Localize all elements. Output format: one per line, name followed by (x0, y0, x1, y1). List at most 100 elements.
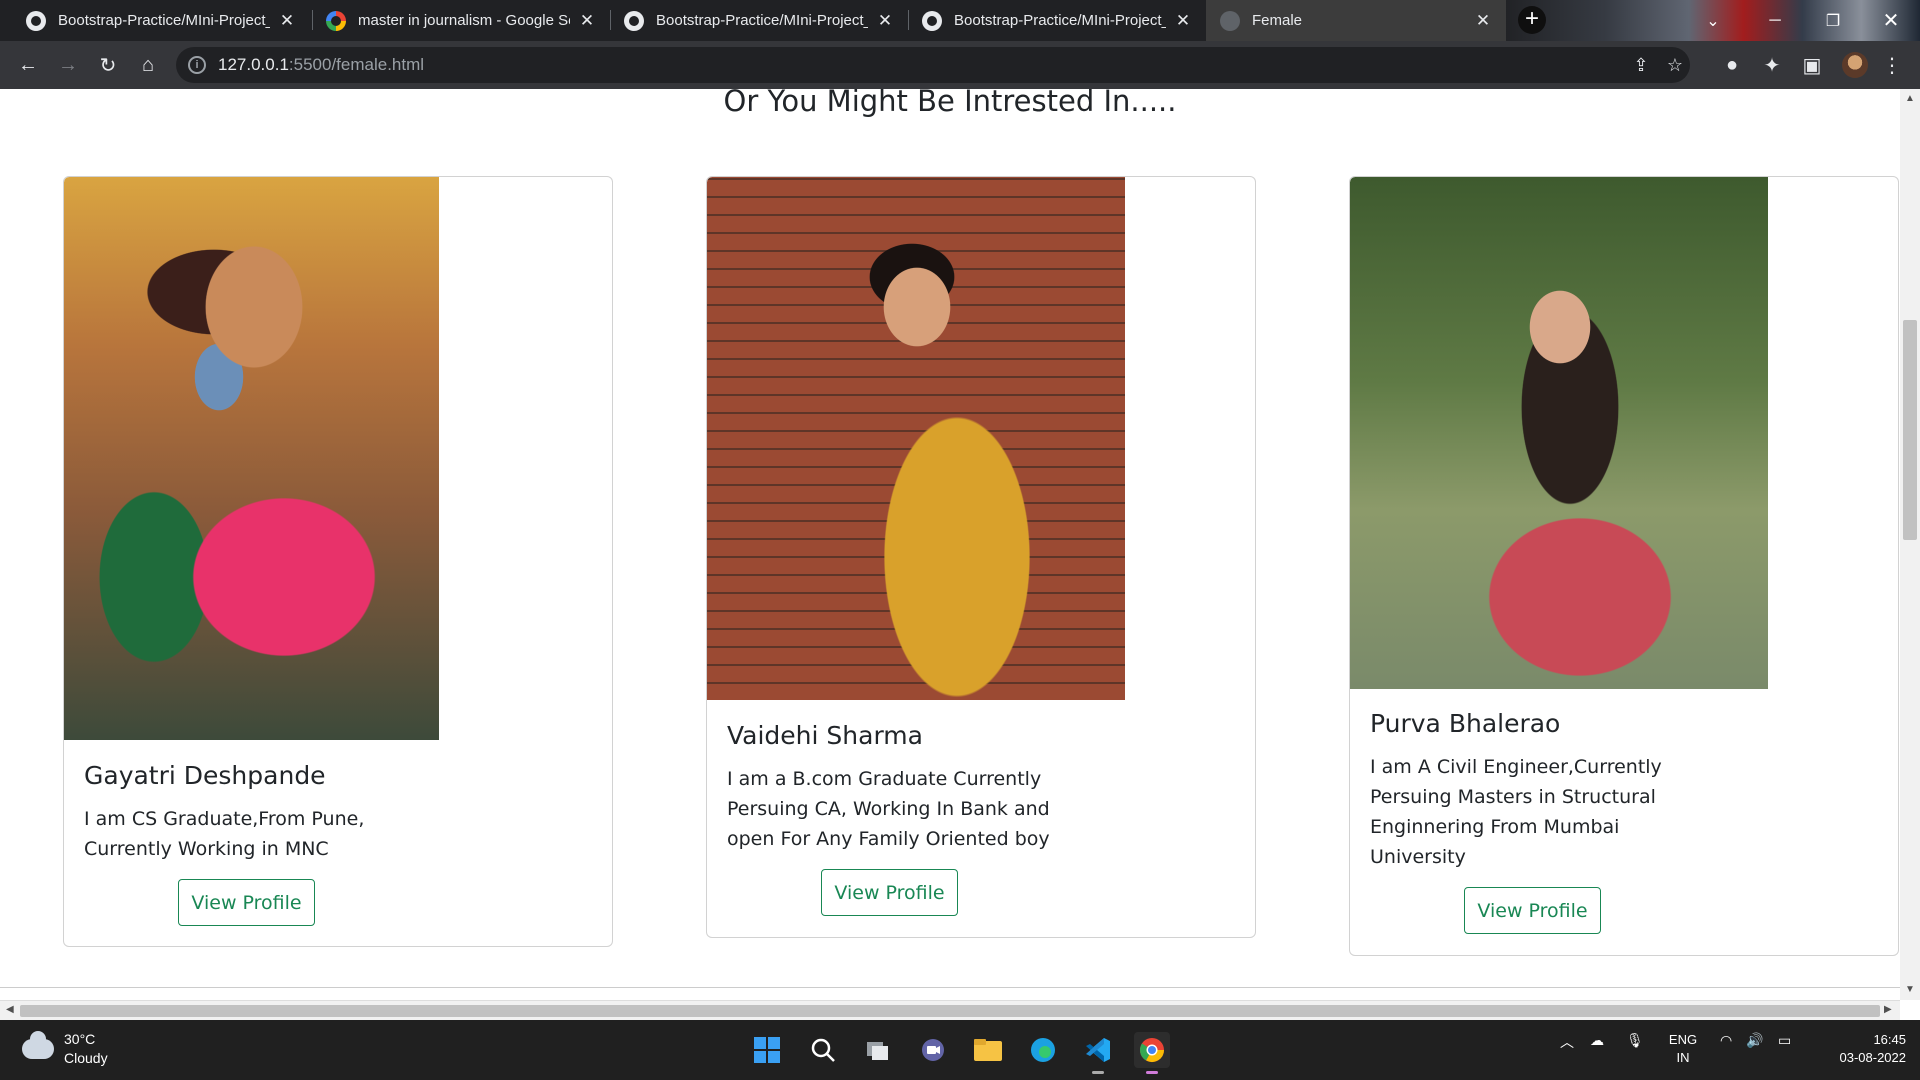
close-icon[interactable]: ✕ (578, 11, 596, 30)
new-tab-button[interactable]: + (1518, 6, 1546, 34)
tab-strip: Bootstrap-Practice/MIni-Project_ ✕ maste… (0, 0, 1920, 41)
url-host: 127.0.0.1 (218, 55, 289, 74)
description-line: Enginnering From Mumbai (1370, 816, 1620, 838)
close-icon[interactable]: ✕ (1474, 11, 1492, 30)
menu-kebab-icon[interactable]: ⋮ (1876, 49, 1908, 81)
tab-search-icon[interactable]: ⌄ (1690, 0, 1736, 41)
scroll-right-arrow-icon[interactable]: ▶ (1884, 1004, 1892, 1015)
close-icon[interactable]: ✕ (876, 11, 894, 30)
language-indicator[interactable]: ENG IN (1668, 1031, 1698, 1067)
bookmark-star-icon[interactable]: ☆ (1664, 54, 1686, 76)
restore-icon[interactable]: ❐ (1810, 0, 1856, 41)
description-line: University (1370, 846, 1466, 868)
card-body: Vaidehi Sharma I am a B.com Graduate Cur… (727, 721, 1050, 854)
profile-photo (64, 177, 439, 740)
github-icon (624, 10, 644, 31)
extension-icon[interactable]: ● (1716, 49, 1748, 81)
description-line: open For Any Family Oriented boy (727, 828, 1050, 850)
card-description: I am A Civil Engineer,Currently Persuing… (1370, 752, 1662, 872)
google-icon (326, 10, 346, 31)
scroll-left-arrow-icon[interactable]: ◀ (6, 1004, 14, 1015)
description-line: I am A Civil Engineer,Currently (1370, 756, 1662, 778)
chrome-icon[interactable] (1134, 1032, 1170, 1074)
running-indicator (1092, 1071, 1104, 1074)
section-divider (0, 987, 1900, 988)
view-profile-button[interactable]: View Profile (821, 869, 958, 916)
close-icon[interactable]: ✕ (1174, 11, 1192, 30)
minimize-icon[interactable]: ─ (1752, 0, 1798, 41)
clock-date: 03-08-2022 (1839, 1050, 1907, 1065)
description-line: Persuing CA, Working In Bank and (727, 798, 1050, 820)
profile-card: Gayatri Deshpande I am CS Graduate,From … (63, 176, 613, 947)
card-body: Gayatri Deshpande I am CS Graduate,From … (84, 761, 364, 864)
share-icon[interactable]: ⇪ (1630, 54, 1652, 76)
globe-icon (1220, 10, 1240, 31)
close-icon[interactable]: ✕ (278, 11, 296, 30)
weather-widget[interactable]: 30°C Cloudy (22, 1030, 108, 1068)
horizontal-scroll-thumb[interactable] (20, 1005, 1880, 1017)
tab-female[interactable]: Female ✕ (1206, 0, 1506, 41)
vertical-scroll-thumb[interactable] (1903, 320, 1917, 540)
site-info-icon[interactable]: i (188, 56, 206, 74)
weather-text: 30°C Cloudy (64, 1030, 108, 1068)
horizontal-scrollbar[interactable]: ◀ ▶ (0, 1000, 1900, 1020)
github-icon (922, 10, 942, 31)
edge-browser-icon[interactable] (1025, 1032, 1061, 1068)
teams-chat-icon[interactable] (915, 1032, 951, 1068)
view-profile-button[interactable]: View Profile (178, 879, 315, 926)
tab-title: Bootstrap-Practice/MIni-Project_ (656, 12, 868, 29)
volume-icon[interactable]: 🔊 (1746, 1032, 1763, 1049)
description-line: I am a B.com Graduate Currently (727, 768, 1042, 790)
reload-icon[interactable]: ↻ (92, 49, 124, 81)
card-description: I am CS Graduate,From Pune, Currently Wo… (84, 804, 364, 864)
side-panel-icon[interactable]: ▣ (1796, 49, 1828, 81)
address-bar[interactable]: i 127.0.0.1:5500/female.html ⇪ ☆ (176, 47, 1690, 83)
tab-github-3[interactable]: Bootstrap-Practice/MIni-Project_ ✕ (908, 0, 1206, 41)
cloud-icon (22, 1031, 54, 1059)
search-icon[interactable] (805, 1032, 841, 1068)
tab-title: master in journalism - Google Se (358, 12, 570, 29)
tab-github-1[interactable]: Bootstrap-Practice/MIni-Project_ ✕ (12, 0, 310, 41)
profile-photo (1350, 177, 1768, 689)
running-indicator (1146, 1071, 1158, 1074)
description-line: Persuing Masters in Structural (1370, 786, 1656, 808)
weather-temp: 30°C (64, 1031, 96, 1047)
task-view-icon[interactable] (860, 1032, 896, 1068)
tab-title: Bootstrap-Practice/MIni-Project_ (954, 12, 1166, 29)
card-name: Purva Bhalerao (1370, 709, 1561, 738)
show-hidden-icons-chevron-icon[interactable]: ︿ (1560, 1032, 1574, 1052)
wifi-icon[interactable]: ◠ (1720, 1032, 1732, 1049)
profile-card: Purva Bhalerao I am A Civil Engineer,Cur… (1349, 176, 1899, 956)
browser-toolbar: ← → ↻ ⌂ i 127.0.0.1:5500/female.html ⇪ ☆… (0, 41, 1920, 89)
lang-bottom: IN (1676, 1050, 1690, 1065)
card-description: I am a B.com Graduate Currently Persuing… (727, 764, 1050, 854)
url-path: :5500/female.html (288, 55, 425, 74)
scroll-down-arrow-icon[interactable]: ▼ (1905, 984, 1915, 995)
vertical-scrollbar[interactable] (1900, 89, 1920, 1000)
clock[interactable]: 16:45 03-08-2022 (1812, 1031, 1907, 1067)
puzzle-extensions-icon[interactable]: ✦ (1756, 49, 1788, 81)
tab-title: Female (1252, 12, 1303, 29)
microphone-icon[interactable]: 🎙 (1626, 1032, 1644, 1049)
section-heading: Or You Might Be Intrested In..... (723, 89, 1177, 118)
vscode-icon[interactable] (1080, 1032, 1116, 1074)
description-line: Currently Working in MNC (84, 838, 329, 860)
forward-icon[interactable]: → (52, 49, 84, 81)
close-window-icon[interactable]: ✕ (1868, 0, 1914, 41)
start-windows-icon[interactable] (749, 1032, 785, 1068)
onedrive-error-icon[interactable]: ☁ (1590, 1032, 1604, 1049)
tab-title: Bootstrap-Practice/MIni-Project_ (58, 12, 270, 29)
battery-icon[interactable]: ▭ (1778, 1032, 1791, 1049)
card-name: Vaidehi Sharma (727, 721, 923, 750)
profile-avatar[interactable] (1842, 52, 1868, 78)
weather-desc: Cloudy (64, 1050, 108, 1066)
back-icon[interactable]: ← (12, 49, 44, 81)
card-body: Purva Bhalerao I am A Civil Engineer,Cur… (1370, 709, 1662, 872)
tab-google-search[interactable]: master in journalism - Google Se ✕ (312, 0, 610, 41)
page-content: Or You Might Be Intrested In..... Gayatr… (0, 89, 1900, 1000)
tab-github-2[interactable]: Bootstrap-Practice/MIni-Project_ ✕ (610, 0, 908, 41)
home-icon[interactable]: ⌂ (132, 49, 164, 81)
view-profile-button[interactable]: View Profile (1464, 887, 1601, 934)
file-explorer-icon[interactable] (970, 1032, 1006, 1068)
scroll-up-arrow-icon[interactable]: ▲ (1905, 93, 1915, 104)
